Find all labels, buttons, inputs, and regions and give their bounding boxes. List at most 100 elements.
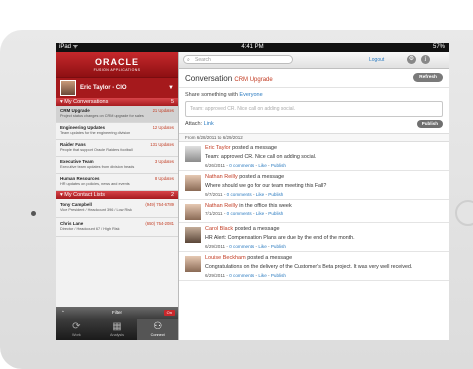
feed-post: Eric Taylor posted a message Team: appro… [179,142,449,171]
share-target-link[interactable]: Everyone [239,92,262,98]
filter-toggle[interactable]: On [163,310,175,316]
conversation-item-engineering[interactable]: Engineering Updates Team updates for the… [56,123,178,140]
home-button[interactable] [455,200,473,226]
post-date: 9/7/2011 [205,192,223,197]
like-link[interactable]: Like [256,211,264,216]
search-placeholder: Search [195,57,211,63]
logout-link[interactable]: Logout [369,57,384,63]
post-header: Eric Taylor posted a message [205,145,443,151]
conversation-desc: HR updates on policies, news and events [60,182,130,186]
post-meta: 6/29/2011 - 0 comments - Like - Publish [205,244,286,249]
like-link[interactable]: Like [258,273,266,278]
gear-icon[interactable]: ⚙ [407,55,416,64]
tab-work[interactable]: ⟳ Work [56,319,97,340]
post-header: Nathan Reilly in the office this week [205,203,443,209]
post-date: 6/29/2011 [205,273,226,278]
like-link[interactable]: Like [258,163,266,168]
user-profile-bar[interactable]: Eric Taylor - CIO ▼ [56,77,178,98]
conversation-desc: Project status changes on CRM upgrade fo… [60,114,144,118]
connect-icon: ⚇ [153,321,163,332]
comments-link[interactable]: 0 comments [229,244,254,249]
comments-link[interactable]: 0 comments [229,273,254,278]
camera-dot [31,211,36,216]
sidebar: ORACLE FUSION APPLICATIONS Eric Taylor -… [56,52,179,340]
work-icon: ⟳ [72,321,81,332]
author-link[interactable]: Nathan Reilly [205,174,238,180]
comments-link[interactable]: 0 comments [227,211,252,216]
like-link[interactable]: Like [258,244,266,249]
post-body: HR Alert: Compensation Plans are due by … [205,235,355,241]
attach-label: Attach: [185,121,203,127]
contact-item-tony-campbell[interactable]: Tony Campbell Vice President / Headcount… [56,199,178,218]
tab-label: Connect [150,333,165,337]
main-content: ⌕ Search Logout ⚙ i Conversation CRM Upg… [179,52,449,340]
conversation-item-raider-fans[interactable]: Raider Fans People that support Oracle R… [56,140,178,157]
refresh-button[interactable]: Refresh [413,73,443,82]
publish-link[interactable]: Publish [271,273,286,278]
my-contact-lists-header[interactable]: ▾ My Contact Lists 2 [56,191,178,199]
update-count: 8 Updates [154,176,174,181]
like-link[interactable]: Like [256,192,264,197]
author-link[interactable]: Carol Black [205,226,233,232]
conversation-desc: Team updates for the engineering divisio… [60,131,131,135]
contact-phone[interactable]: (650) 754-2081 [145,221,174,226]
author-photo [185,227,201,243]
conversation-desc: People that support Oracle Raiders footb… [60,148,133,152]
conversation-item-executive-team[interactable]: Executive Team Executive team updates fr… [56,157,178,174]
post-header: Louise Beckham posted a message [205,255,443,261]
feed-post: Carol Black posted a message HR Alert: C… [179,223,449,252]
contact-desc: Vice President / Headcount 396 / Low Ris… [60,208,132,212]
publish-button[interactable]: Publish [416,120,443,128]
author-photo [185,146,201,162]
contact-item-chris-lane[interactable]: Chris Lane Director / Headcount 67 / Hig… [56,218,178,237]
update-count: 131 Updates [150,142,174,147]
conversation-name: CRM Upgrade [234,77,273,83]
filter-bar: ⌃ Filter On [56,307,178,319]
contact-phone[interactable]: (949) 754-6789 [145,202,174,207]
section-count: 5 [170,99,174,105]
status-bar: iPad ᯤ 4:41 PM 57% [56,43,449,52]
attach-link[interactable]: Link [204,121,214,127]
conversation-item-crm-upgrade[interactable]: CRM Upgrade Project status changes on CR… [56,106,178,123]
post-meta: 6/26/2011 - 0 comments - Like - Publish [205,163,286,168]
battery-level: 57% [432,44,445,50]
post-meta: 9/7/2011 - 0 comments - Like - Publish [205,192,284,197]
author-link[interactable]: Louise Beckham [205,255,246,261]
tab-connect[interactable]: ⚇ Connect [137,319,179,340]
section-title: My Conversations [64,99,109,105]
publish-link[interactable]: Publish [271,244,286,249]
post-action: posted a message [239,174,285,180]
attach-row: Attach: Link Publish [179,117,449,131]
author-photo [185,204,201,220]
post-body: Team: approved CR. Nice call on adding s… [205,154,317,160]
author-link[interactable]: Eric Taylor [205,145,231,151]
my-conversations-header[interactable]: ▾ My Conversations 5 [56,98,178,106]
share-prefix: Share something with [185,92,238,98]
comments-link[interactable]: 0 comments [229,163,254,168]
date-range: From 6/28/2011 to 6/29/2012 [179,133,449,142]
brand-subtitle: FUSION APPLICATIONS [93,68,141,72]
chevron-down-icon[interactable]: ▼ [168,85,174,91]
author-photo [185,175,201,191]
post-meta: 6/29/2011 - 0 comments - Like - Publish [205,273,286,278]
info-icon[interactable]: i [421,55,430,64]
page-title: Conversation CRM Upgrade [185,74,273,83]
post-header: Nathan Reilly posted a message [205,174,443,180]
publish-link[interactable]: Publish [268,192,283,197]
update-count: 3 Updates [154,159,174,164]
comments-link[interactable]: 0 comments [227,192,252,197]
analysis-icon: ▦ [112,321,122,332]
bottom-tab-bar: ⟳ Work ▦ Analysis ⚇ Connect [56,319,179,340]
author-link[interactable]: Nathan Reilly [205,203,238,209]
message-input[interactable]: Team: approved CR. Nice call on adding s… [185,101,443,117]
update-count: 12 Updates [152,125,174,130]
brand-header: ORACLE FUSION APPLICATIONS [56,52,178,77]
tab-analysis[interactable]: ▦ Analysis [97,319,138,340]
conversation-item-human-resources[interactable]: Human Resources HR updates on policies, … [56,174,178,191]
publish-link[interactable]: Publish [271,163,286,168]
tab-label: Work [71,333,81,337]
search-input[interactable]: ⌕ Search [183,55,293,64]
post-date: 6/26/2011 [205,163,226,168]
publish-link[interactable]: Publish [268,211,283,216]
post-action: posted a message [232,145,278,151]
